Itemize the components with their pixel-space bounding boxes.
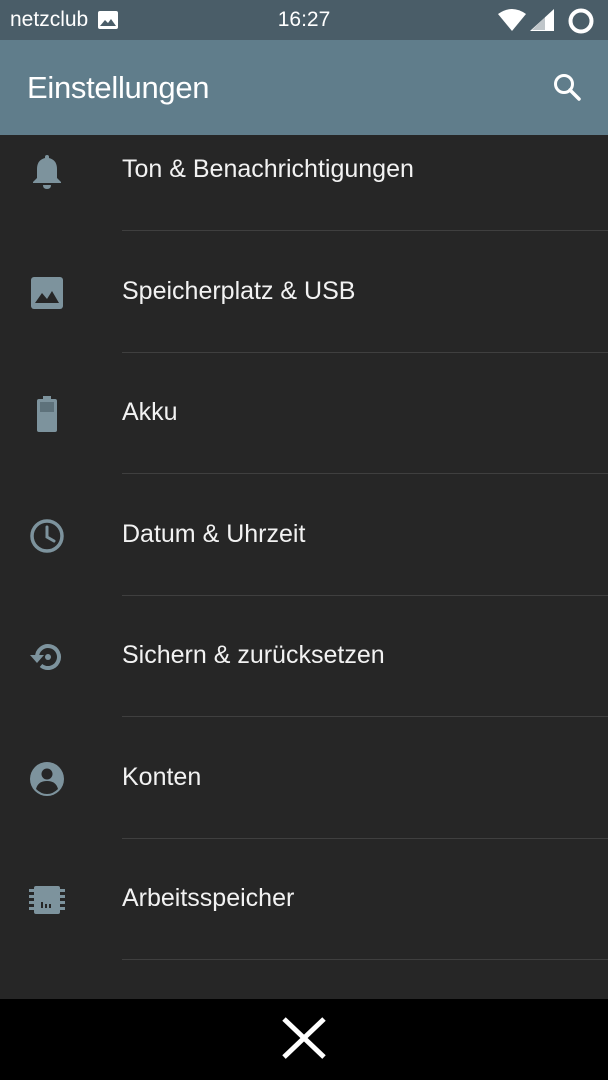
settings-item-label: Arbeitsspeicher [122,884,295,912]
status-bar: netzclub 16:27 [0,0,608,40]
settings-item-label: Konten [122,763,202,791]
settings-item-backup-reset[interactable]: Sichern & zurücksetzen [0,596,608,717]
settings-item-label: Speicherplatz & USB [122,277,356,305]
divider [122,230,608,231]
settings-item-label: Akku [122,398,178,426]
settings-item-memory[interactable]: Arbeitsspeicher [0,839,608,960]
settings-item-accounts[interactable]: Konten [0,718,608,839]
close-icon [281,1016,327,1065]
signal-icon [530,9,554,36]
wifi-icon [498,9,526,36]
settings-item-label: Datum & Uhrzeit [122,520,306,548]
restore-icon [26,636,68,678]
memory-chip-icon [26,879,68,921]
clock-icon [26,515,68,557]
battery-icon [26,393,68,435]
settings-item-date-time[interactable]: Datum & Uhrzeit [0,475,608,596]
divider [122,473,608,474]
close-button[interactable] [280,1016,328,1065]
storage-image-icon [26,272,68,314]
navigation-bar [0,999,608,1080]
bell-icon [26,150,68,192]
divider [122,716,608,717]
account-icon [26,758,68,800]
divider [122,959,608,960]
page-title: Einstellungen [27,70,210,105]
settings-item-storage[interactable]: Speicherplatz & USB [0,232,608,353]
settings-item-sound[interactable]: Ton & Benachrichtigungen [0,135,608,231]
settings-item-label: Ton & Benachrichtigungen [122,155,414,183]
settings-item-label: Sichern & zurücksetzen [122,641,385,669]
settings-item-battery[interactable]: Akku [0,353,608,474]
search-icon [552,72,582,107]
settings-list: Ton & Benachrichtigungen Speicherplatz &… [0,135,608,999]
sync-icon [567,7,595,40]
search-button[interactable] [548,70,586,108]
app-bar: Einstellungen [0,40,608,135]
